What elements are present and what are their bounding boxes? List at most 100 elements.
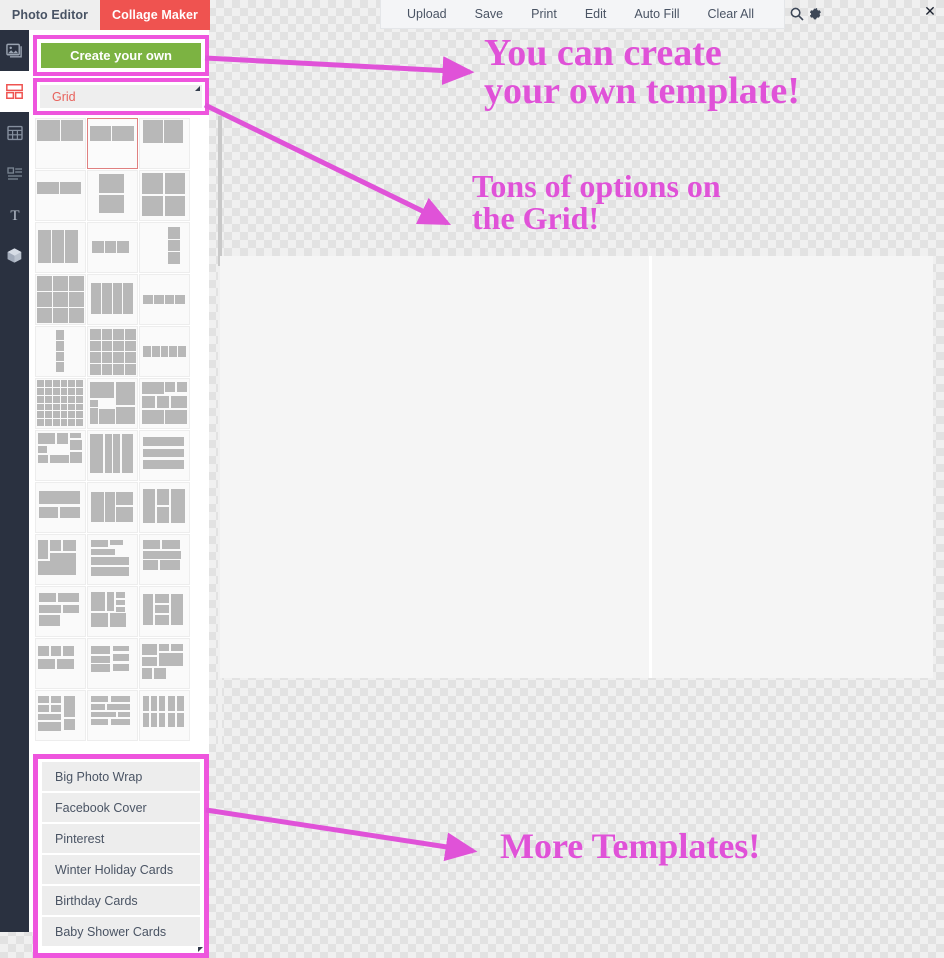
grid-thumbnail[interactable] [35,638,86,689]
grid-thumbnail-cell [63,604,80,614]
auto-fill-button[interactable]: Auto Fill [620,7,693,21]
grid-thumbnail-cell [38,592,56,602]
upload-button[interactable]: Upload [393,7,461,21]
grid-thumbnail-cell [37,695,49,703]
grid-thumbnail[interactable] [139,118,190,169]
save-button[interactable]: Save [461,7,518,21]
grid-thumbnail[interactable] [35,586,86,637]
grid-thumbnail[interactable] [139,326,190,377]
collage-canvas[interactable] [220,256,933,678]
grid-thumbnail[interactable] [87,326,138,377]
grid-thumbnail[interactable] [87,118,138,169]
grid-thumbnail-cell [55,340,65,351]
print-button[interactable]: Print [517,7,571,21]
clear-all-button[interactable]: Clear All [694,7,769,21]
search-icon[interactable] [790,4,804,24]
grid-thumbnail[interactable] [35,690,86,741]
grid-thumbnail-cell [158,643,170,651]
grid-thumbnail-cell [55,362,65,373]
grid-thumbnail-cell [68,379,76,387]
grid-thumbnail-cell [57,592,80,602]
grid-thumbnail[interactable] [139,586,190,637]
resize-caret-icon [195,86,200,91]
gear-icon[interactable] [808,4,822,24]
grid-thumbnail[interactable] [87,274,138,325]
grid-thumbnail-cell [36,411,44,419]
collage-grid-icon[interactable] [0,71,29,112]
annotation-more-templates: More Templates! [500,826,761,866]
grid-thumbnail-cell [44,379,52,387]
grid-thumbnail-cell [68,395,76,403]
grid-thumbnail-cell [168,695,176,711]
grid-thumbnail-cell [44,403,52,411]
list-item[interactable]: Birthday Cards [42,886,200,917]
grid-thumbnail[interactable] [139,430,190,481]
grid-thumbnail[interactable] [139,378,190,429]
grid-thumbnail[interactable] [87,534,138,585]
tab-photo-editor[interactable]: Photo Editor [0,0,100,30]
grid-thumbnail[interactable] [87,586,138,637]
edit-button[interactable]: Edit [571,7,621,21]
grid-thumbnail-cell [89,408,98,425]
grid-thumbnail-cell [91,240,104,254]
text-t-icon[interactable]: T [0,194,29,235]
grid-thumbnail-list[interactable] [33,116,209,748]
grid-thumbnail-cell [177,712,185,728]
grid-thumbnail-cell [70,439,83,450]
grid-thumbnail[interactable] [87,170,138,221]
grid-thumbnail-cell [59,181,82,194]
grid-thumbnail[interactable] [87,430,138,481]
grid-thumbnail-cell [49,539,62,551]
grid-thumbnail[interactable] [35,326,86,377]
list-item[interactable]: Winter Holiday Cards [42,855,200,886]
grid-thumbnail[interactable] [87,378,138,429]
grid-thumbnail[interactable] [35,170,86,221]
grid-thumbnail-cell [60,395,68,403]
grid-thumbnail-cell [160,345,169,358]
grid-thumbnail[interactable] [139,534,190,585]
grid-thumbnail[interactable] [139,170,190,221]
grid-thumbnail[interactable] [35,222,86,273]
grid-thumbnail[interactable] [87,482,138,533]
scrollbar-thumb[interactable] [218,116,222,266]
grid-thumbnail[interactable] [35,274,86,325]
grid-thumbnail-cell [64,695,76,718]
grid-thumbnail-cell [101,352,113,364]
grid-thumbnail[interactable] [139,222,190,273]
grid-thumbnail[interactable] [139,482,190,533]
grid-section-header[interactable]: Grid [40,85,202,108]
grid-thumbnail[interactable] [35,534,86,585]
grid-thumbnail-cell [113,340,125,352]
grid-thumbnail[interactable] [35,378,86,429]
grid-thumbnail-cell [98,173,125,193]
grid-thumbnail[interactable] [87,638,138,689]
canvas-cell-divider[interactable] [649,256,652,678]
grid-thumbnail[interactable] [139,638,190,689]
list-item[interactable]: Facebook Cover [42,793,200,824]
create-your-own-button[interactable]: Create your own [41,43,201,68]
grid-thumbnail-cell [104,491,116,523]
list-item[interactable]: Big Photo Wrap [42,762,200,793]
grid-thumbnail-cell [56,432,69,444]
image-icon[interactable] [0,30,29,71]
grid-thumbnail-container [33,116,209,741]
grid-thumbnail[interactable] [35,482,86,533]
close-icon[interactable]: ✕ [921,3,939,21]
grid-thumbnail-cell [178,345,187,358]
grid-table-icon[interactable] [0,112,29,153]
grid-thumbnail[interactable] [35,430,86,481]
grid-thumbnail[interactable] [139,274,190,325]
list-item[interactable]: Baby Shower Cards [42,917,200,948]
grid-thumbnail-cell [142,712,149,728]
grid-thumbnail-cell [106,703,131,710]
grid-thumbnail[interactable] [35,118,86,169]
tab-collage-maker[interactable]: Collage Maker [100,0,210,30]
grid-thumbnail[interactable] [87,222,138,273]
cube-3d-icon[interactable] [0,235,29,276]
grid-thumbnail-cell [37,561,77,576]
grid-thumbnail-cell [37,713,62,721]
grid-thumbnail[interactable] [87,690,138,741]
list-item[interactable]: Pinterest [42,824,200,855]
grid-thumbnail[interactable] [139,690,190,741]
layout-text-icon[interactable] [0,153,29,194]
